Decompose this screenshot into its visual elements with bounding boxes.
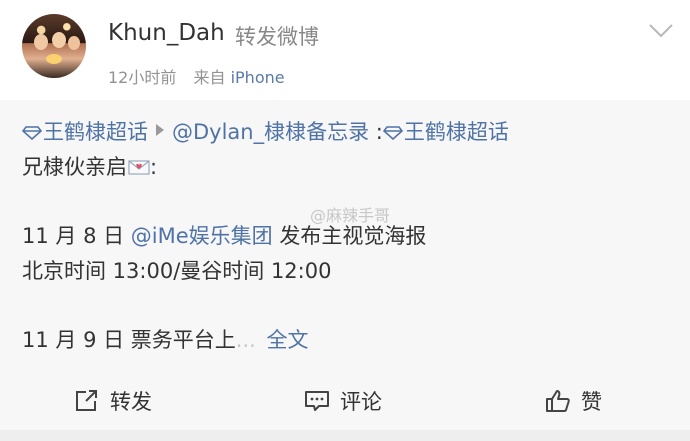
super-topic-link[interactable]: 王鹤棣超话 [43,120,148,144]
date1-text: 11 月 8 日 [22,224,131,248]
avatar-face [52,32,66,48]
post-header: Khun_Dah 转发微博 12小时前 来自 iPhone [0,0,690,100]
action-bar: 转发 评论 赞 [0,372,690,430]
avatar-face [68,36,80,50]
mention-link[interactable]: @iMe娱乐集团 [131,224,273,248]
date1-suffix: 发布主视觉海报 [272,224,427,248]
avatar-face [34,34,48,50]
username[interactable]: Khun_Dah [108,20,225,46]
chevron-down-icon[interactable] [648,22,674,40]
greeting-text: 兄棣伙亲启 [22,155,127,179]
post-line-topics: 王鹤棣超话 @Dylan_棣棣备忘录 : 王鹤棣超话 [22,116,509,146]
post-source[interactable]: iPhone [231,68,285,87]
repost-label: 转发 [110,390,152,414]
comment-label: 评论 [340,390,382,414]
post-line-date2: 11 月 9 日 票务平台上... 全文 [22,324,309,354]
post-line-greeting: 兄棣伙亲启 : [22,151,157,181]
source-prefix: 来自 [193,68,226,87]
comment-button[interactable]: 评论 [304,372,382,430]
avatar[interactable] [22,14,86,78]
triangle-arrow-icon [156,124,164,136]
diamond-icon [22,126,42,140]
diamond-icon [382,126,403,140]
truncation-ellipsis: ... [235,328,256,352]
like-label: 赞 [581,390,602,414]
date2-text: 11 月 9 日 票务平台上 [22,328,236,352]
repost-icon [76,390,97,411]
full-text-link[interactable]: 全文 [267,328,309,352]
post-line-time: 北京时间 13:00/曼谷时间 12:00 [22,259,332,283]
like-button[interactable]: 赞 [545,372,602,430]
repost-button[interactable]: 转发 [74,372,152,430]
comment-icon [305,391,329,411]
divider-bar [0,430,690,441]
envelope-icon [128,160,150,175]
post-action-label: 转发微博 [235,25,319,49]
repost-content[interactable]: @麻辣手哥 王鹤棣超话 @Dylan_棣棣备忘录 : 王鹤棣超话 兄棣伙亲启 : … [0,100,690,372]
super-topic-link[interactable]: 王鹤棣超话 [404,120,509,144]
greeting-colon: : [150,155,158,179]
post-time: 12小时前 [108,68,177,87]
mention-link[interactable]: @Dylan_棣棣备忘录 [172,120,369,144]
like-icon [546,390,570,412]
colon-text: : [369,120,383,144]
post-line-date1: 11 月 8 日 @iMe娱乐集团 发布主视觉海报 [22,220,426,250]
avatar-light [46,54,62,64]
post-meta: 12小时前 来自 iPhone [108,64,285,88]
